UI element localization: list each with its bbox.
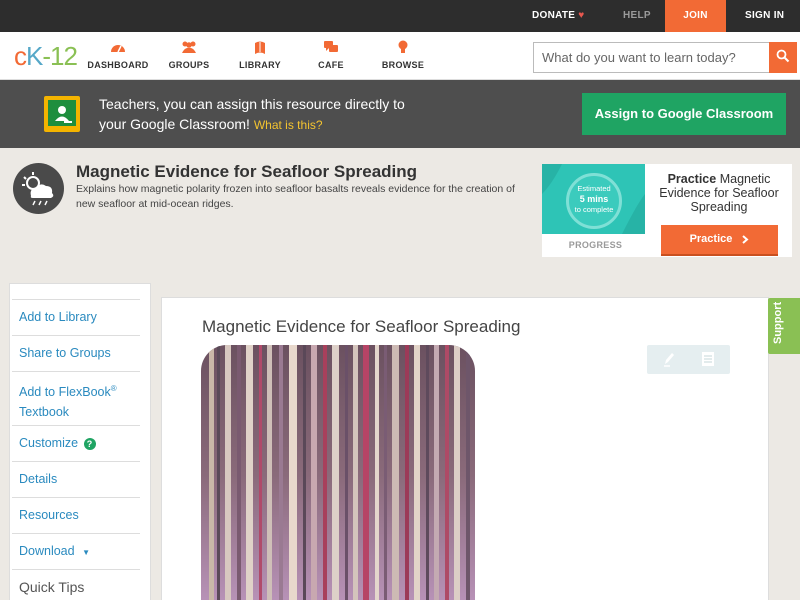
nav-library[interactable]: LIBRARY xyxy=(238,40,282,76)
progress-graphic: Estimated 5 mins to complete xyxy=(542,164,645,234)
main-navbar: cK-12 DASHBOARD GROUPS LIBRARY CAFE BROW… xyxy=(0,32,800,80)
donate-label: DONATE xyxy=(532,10,576,21)
banner-line-2: your Google Classroom! xyxy=(99,116,250,132)
annotation-tools xyxy=(647,345,730,374)
practice-button-label: Practice xyxy=(689,233,733,245)
sidebar-item-label: Quick Tips xyxy=(19,579,85,595)
chat-bubbles-icon xyxy=(316,40,346,58)
resource-sidebar: Add to Library Share to Groups Add to Fl… xyxy=(9,283,150,600)
sidebar-item-label: Details xyxy=(19,472,58,486)
notes-icon[interactable] xyxy=(701,351,715,372)
nav-dashboard-label: DASHBOARD xyxy=(87,60,149,70)
caret-down-icon: ▼ xyxy=(82,548,90,557)
sidebar-item-label: Resources xyxy=(19,508,79,522)
weather-cloud-icon xyxy=(13,163,64,214)
nav-cafe-label: CAFE xyxy=(318,60,344,70)
sidebar-item-label: Add to Library xyxy=(19,310,97,324)
practice-button[interactable]: Practice xyxy=(661,225,778,254)
search-icon xyxy=(776,49,790,66)
logo-k: K xyxy=(26,41,43,71)
estimated-label: Estimated xyxy=(577,184,611,193)
practice-bold-label: Practice xyxy=(667,172,717,186)
sidebar-item-add-to-library[interactable]: Add to Library xyxy=(12,299,140,335)
nav-browse[interactable]: BROWSE xyxy=(381,40,425,76)
sidebar-item-download[interactable]: Download ▼ xyxy=(12,533,140,569)
nav-cafe[interactable]: CAFE xyxy=(316,40,346,76)
logo-dash: - xyxy=(42,41,51,71)
ck12-logo[interactable]: cK-12 xyxy=(14,41,78,71)
resource-description: Explains how magnetic polarity frozen in… xyxy=(76,183,515,210)
sidebar-item-label: Download xyxy=(19,544,75,558)
video-player[interactable] xyxy=(201,345,475,600)
search-button[interactable] xyxy=(769,42,797,73)
sign-in-link[interactable]: SIGN IN xyxy=(745,0,784,32)
nav-library-label: LIBRARY xyxy=(239,60,281,70)
what-is-this-link[interactable]: What is this? xyxy=(254,118,323,132)
nav-browse-label: BROWSE xyxy=(381,60,425,70)
to-complete-label: to complete xyxy=(574,205,614,214)
support-tab[interactable]: Support xyxy=(768,298,800,354)
dashboard-icon xyxy=(87,40,149,58)
sidebar-item-label-2: Textbook xyxy=(19,405,70,420)
help-icon[interactable]: ? xyxy=(83,437,96,450)
sidebar-item-label: Customize xyxy=(19,436,79,450)
lightbulb-icon xyxy=(381,40,425,58)
nav-dashboard[interactable]: DASHBOARD xyxy=(87,40,149,76)
nav-groups[interactable]: GROUPS xyxy=(166,40,212,76)
practice-card: Estimated 5 mins to complete PROGRESS Pr… xyxy=(542,164,792,257)
sidebar-item-add-to-flexbook[interactable]: Add to FlexBook® Textbook xyxy=(12,371,140,425)
sidebar-item-quick-tips[interactable]: Quick Tips xyxy=(12,569,140,600)
donate-link[interactable]: DONATE ♥ xyxy=(532,0,585,32)
join-button[interactable]: JOIN xyxy=(665,0,726,32)
search-input[interactable] xyxy=(533,42,770,73)
resource-title: Magnetic Evidence for Seafloor Spreading xyxy=(76,162,418,181)
sidebar-item-details[interactable]: Details xyxy=(12,461,140,497)
estimated-time: Estimated 5 mins to complete xyxy=(566,184,622,215)
content-title: Magnetic Evidence for Seafloor Spreading xyxy=(202,317,521,336)
practice-description: Practice Magnetic Evidence for Seafloor … xyxy=(655,172,783,214)
sidebar-item-customize[interactable]: Customize ? xyxy=(12,425,140,461)
logo-c: c xyxy=(14,41,27,71)
sidebar-item-share-to-groups[interactable]: Share to Groups xyxy=(12,335,140,371)
top-utility-bar: DONATE ♥ HELP JOIN SIGN IN xyxy=(0,0,800,32)
estimated-minutes: 5 mins xyxy=(579,194,609,204)
pencil-icon[interactable] xyxy=(662,351,676,372)
google-classroom-icon xyxy=(44,96,80,132)
heart-icon: ♥ xyxy=(578,10,585,21)
logo-12: 12 xyxy=(50,41,78,71)
chevron-right-icon xyxy=(735,233,749,245)
assign-to-google-classroom-button[interactable]: Assign to Google Classroom xyxy=(582,93,786,135)
sidebar-item-resources[interactable]: Resources xyxy=(12,497,140,533)
help-link[interactable]: HELP xyxy=(623,0,651,32)
banner-message: Teachers, you can assign this resource d… xyxy=(99,94,439,135)
sidebar-item-label: Share to Groups xyxy=(19,346,111,360)
support-label: Support xyxy=(772,301,784,344)
groups-icon xyxy=(166,40,212,58)
registered-mark: ® xyxy=(110,384,117,393)
banner-line-1: Teachers, you can assign this resource d… xyxy=(99,96,405,112)
library-icon xyxy=(238,40,282,58)
sidebar-item-label: Add to FlexBook xyxy=(19,385,111,400)
nav-groups-label: GROUPS xyxy=(168,60,210,70)
progress-label: PROGRESS xyxy=(568,240,623,250)
